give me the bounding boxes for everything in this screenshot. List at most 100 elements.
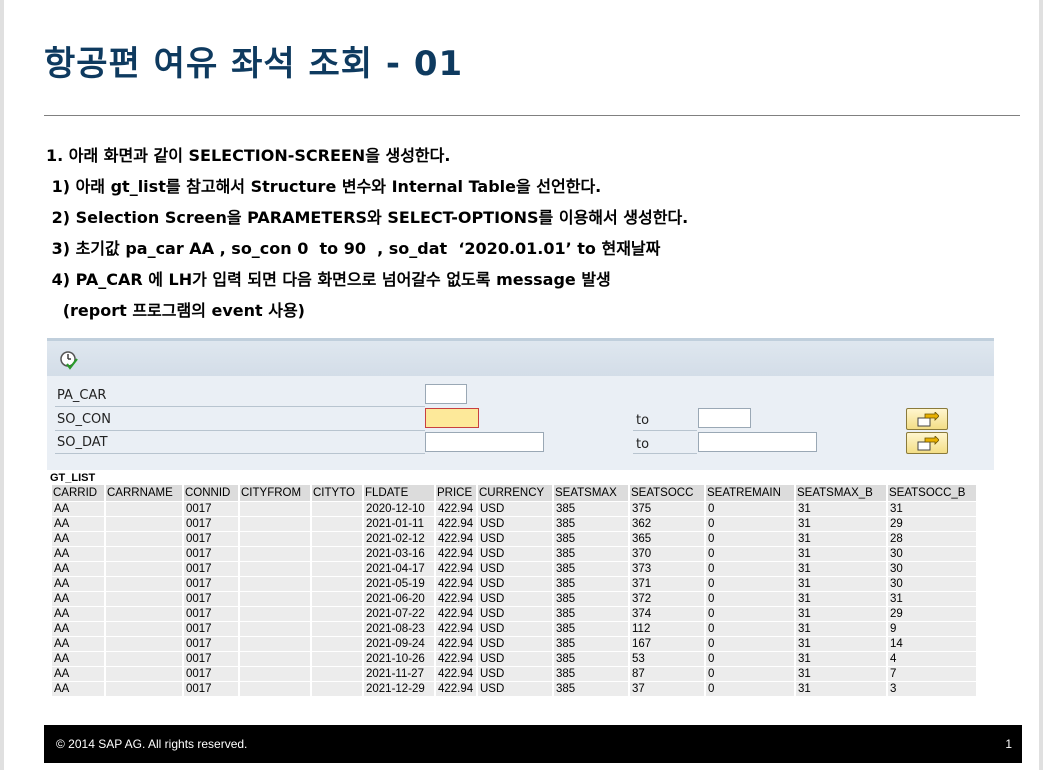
table-cell: 0017 (184, 607, 238, 621)
table-cell: 0017 (184, 637, 238, 651)
column-header: SEATSMAX (554, 485, 628, 501)
so-dat-to-label: to (636, 437, 650, 452)
table-cell (312, 577, 362, 591)
table-cell: AA (52, 547, 104, 561)
table-cell: 53 (630, 652, 704, 666)
slide: 항공편 여유 좌석 조회 - 01 1. 아래 화면과 같이 SELECTION… (0, 0, 1043, 770)
table-cell: 0 (706, 562, 794, 576)
table-cell: USD (478, 502, 552, 516)
so-dat-multiple-selection-button[interactable] (906, 432, 948, 454)
table-row: AA 0017 2021-07-22 422.94 USD 385 374 0 31 29 (52, 607, 976, 621)
table-cell: 0 (706, 652, 794, 666)
table-row: AA 0017 2021-10-26 422.94 USD 385 53 0 31 4 (52, 652, 976, 666)
table-cell: AA (52, 517, 104, 531)
column-header: SEATSOCC_B (888, 485, 976, 501)
table-cell (240, 502, 310, 516)
so-dat-low-input[interactable] (425, 432, 544, 452)
gt-list-table: CARRID CARRNAME CONNID CITYFROM CITYTO F… (50, 484, 978, 697)
table-cell: 31 (796, 592, 886, 606)
table-cell: AA (52, 622, 104, 636)
table-cell: 2021-06-20 (364, 592, 434, 606)
table-row: AA 0017 2021-09-24 422.94 USD 385 167 0 31 14 (52, 637, 976, 651)
table-cell: 112 (630, 622, 704, 636)
table-cell: 30 (888, 547, 976, 561)
table-cell: 422.94 (436, 637, 476, 651)
column-header: CARRID (52, 485, 104, 501)
table-cell: 2021-10-26 (364, 652, 434, 666)
table-cell: 0 (706, 502, 794, 516)
instruction-line: 1) 아래 gt_list를 참고해서 Structure 변수와 Intern… (46, 177, 602, 196)
table-cell: 0 (706, 637, 794, 651)
table-cell: AA (52, 652, 104, 666)
table-cell: 0 (706, 667, 794, 681)
table-cell: 31 (796, 622, 886, 636)
table-cell: USD (478, 622, 552, 636)
table-cell: 3 (888, 682, 976, 696)
table-cell: 422.94 (436, 562, 476, 576)
table-cell: 422.94 (436, 517, 476, 531)
table-cell: USD (478, 652, 552, 666)
table-cell: 2021-04-17 (364, 562, 434, 576)
instruction-line: (report 프로그램의 event 사용) (46, 301, 305, 320)
table-row: AA 0017 2021-12-29 422.94 USD 385 37 0 31 3 (52, 682, 976, 696)
table-cell: 31 (796, 532, 886, 546)
table-cell: 0017 (184, 517, 238, 531)
execute-clock-icon[interactable] (59, 350, 79, 370)
table-cell: USD (478, 637, 552, 651)
table-cell: 422.94 (436, 622, 476, 636)
table-row: AA 0017 2021-04-17 422.94 USD 385 373 0 31 30 (52, 562, 976, 576)
table-cell: USD (478, 682, 552, 696)
table-cell: USD (478, 547, 552, 561)
table-cell: 30 (888, 577, 976, 591)
column-header: CITYFROM (240, 485, 310, 501)
table-cell: 167 (630, 637, 704, 651)
footer: © 2014 SAP AG. All rights reserved. 1 (44, 725, 1022, 763)
table-header-row: CARRID CARRNAME CONNID CITYFROM CITYTO F… (52, 485, 976, 501)
table-cell (106, 502, 182, 516)
table-row: AA 0017 2021-08-23 422.94 USD 385 112 0 31 9 (52, 622, 976, 636)
slide-title: 항공편 여유 좌석 조회 - 01 (44, 44, 464, 84)
table-cell: 31 (796, 607, 886, 621)
table-cell (312, 652, 362, 666)
table-cell: 0 (706, 622, 794, 636)
table-cell: 422.94 (436, 607, 476, 621)
param-underline (633, 430, 697, 431)
table-cell: 422.94 (436, 577, 476, 591)
table-cell: 362 (630, 517, 704, 531)
title-divider (44, 115, 1020, 116)
table-cell: 0 (706, 532, 794, 546)
column-header: SEATREMAIN (706, 485, 794, 501)
table-cell (106, 562, 182, 576)
table-row: AA 0017 2021-11-27 422.94 USD 385 87 0 31 7 (52, 667, 976, 681)
param-label-so-con: SO_CON (57, 412, 112, 427)
table-cell: 4 (888, 652, 976, 666)
table-cell (240, 517, 310, 531)
so-con-high-input[interactable] (698, 408, 751, 428)
so-con-multiple-selection-button[interactable] (906, 408, 948, 430)
table-cell (240, 532, 310, 546)
param-label-so-dat: SO_DAT (57, 435, 108, 450)
table-cell: 7 (888, 667, 976, 681)
table-cell: 422.94 (436, 502, 476, 516)
page-number: 1 (1005, 737, 1012, 751)
table-cell: 2021-01-11 (364, 517, 434, 531)
table-cell: 371 (630, 577, 704, 591)
table-cell (106, 652, 182, 666)
table-cell: 2021-02-12 (364, 532, 434, 546)
table-cell: 31 (888, 502, 976, 516)
table-cell (106, 607, 182, 621)
so-dat-high-input[interactable] (698, 432, 817, 452)
so-con-low-input[interactable] (425, 408, 479, 428)
table-cell: 0017 (184, 592, 238, 606)
table-row: AA 0017 2021-06-20 422.94 USD 385 372 0 31 31 (52, 592, 976, 606)
selection-toolbar (47, 338, 994, 376)
table-cell: AA (52, 667, 104, 681)
pa-car-input[interactable] (425, 384, 467, 404)
table-cell (240, 622, 310, 636)
table-cell (312, 607, 362, 621)
table-cell: 0 (706, 547, 794, 561)
param-underline (633, 453, 697, 454)
gt-list-title: GT_LIST (50, 472, 96, 484)
table-cell: 0017 (184, 652, 238, 666)
table-cell: 385 (554, 517, 628, 531)
